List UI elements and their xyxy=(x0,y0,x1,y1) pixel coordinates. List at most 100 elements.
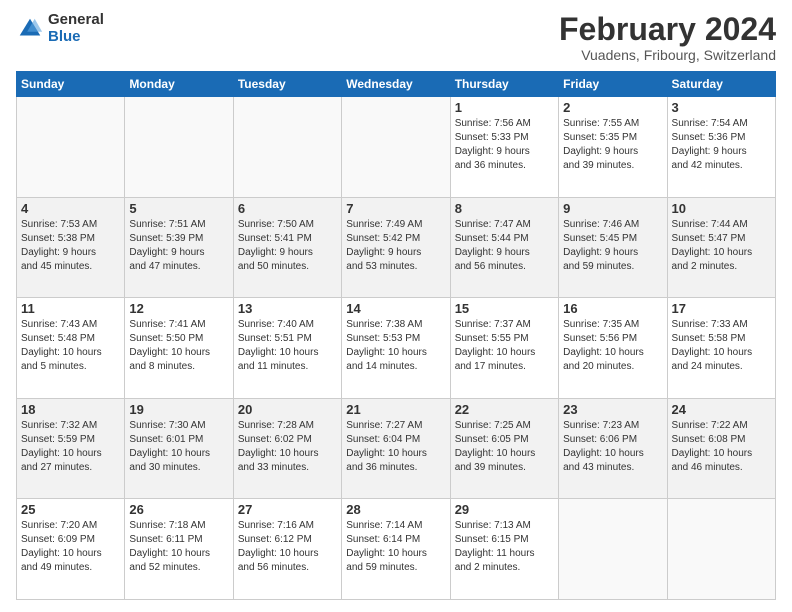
day-number: 5 xyxy=(129,201,228,216)
day-info: Sunrise: 7:41 AM Sunset: 5:50 PM Dayligh… xyxy=(129,318,228,374)
day-number: 1 xyxy=(455,100,554,115)
table-row: 26 Sunrise: 7:18 AM Sunset: 6:11 PM Dayli… xyxy=(125,499,233,600)
day-info: Sunrise: 7:13 AM Sunset: 6:15 PM Dayligh… xyxy=(455,519,554,575)
table-row xyxy=(125,97,233,198)
day-number: 9 xyxy=(563,201,662,216)
calendar-week-row: 18 Sunrise: 7:32 AM Sunset: 5:59 PM Dayli… xyxy=(17,398,776,499)
table-row: 11Sunrise: 7:43 AM Sunset: 5:48 PM Dayli… xyxy=(17,298,125,399)
day-number: 12 xyxy=(129,301,228,316)
day-number: 4 xyxy=(21,201,120,216)
table-row: 24 Sunrise: 7:22 AM Sunset: 6:08 PM Dayli… xyxy=(667,398,775,499)
day-info: Sunrise: 7:56 AM Sunset: 5:33 PM Dayligh… xyxy=(455,117,554,173)
calendar-week-row: 4 Sunrise: 7:53 AM Sunset: 5:38 PM Daylig… xyxy=(17,197,776,298)
day-info: Sunrise: 7:32 AM Sunset: 5:59 PM Dayligh… xyxy=(21,419,120,475)
day-info: Sunrise: 7:16 AM Sunset: 6:12 PM Dayligh… xyxy=(238,519,337,575)
table-row xyxy=(667,499,775,600)
day-number: 28 xyxy=(346,502,445,517)
table-row: 21 Sunrise: 7:27 AM Sunset: 6:04 PM Dayli… xyxy=(342,398,450,499)
col-friday: Friday xyxy=(559,72,667,97)
day-number: 24 xyxy=(672,402,771,417)
col-monday: Monday xyxy=(125,72,233,97)
day-number: 20 xyxy=(238,402,337,417)
table-row: 29 Sunrise: 7:13 AM Sunset: 6:15 PM Dayli… xyxy=(450,499,558,600)
table-row xyxy=(342,97,450,198)
day-number: 29 xyxy=(455,502,554,517)
table-row: 6Sunrise: 7:50 AM Sunset: 5:41 PM Daylig… xyxy=(233,197,341,298)
day-info: Sunrise: 7:33 AM Sunset: 5:58 PM Dayligh… xyxy=(672,318,771,374)
table-row: 27 Sunrise: 7:16 AM Sunset: 6:12 PM Dayli… xyxy=(233,499,341,600)
day-number: 25 xyxy=(21,502,120,517)
col-sunday: Sunday xyxy=(17,72,125,97)
day-number: 27 xyxy=(238,502,337,517)
col-wednesday: Wednesday xyxy=(342,72,450,97)
day-number: 6 xyxy=(238,201,337,216)
day-info: Sunrise: 7:49 AM Sunset: 5:42 PM Dayligh… xyxy=(346,218,445,274)
day-info: Sunrise: 7:47 AM Sunset: 5:44 PM Dayligh… xyxy=(455,218,554,274)
day-number: 7 xyxy=(346,201,445,216)
day-info: Sunrise: 7:37 AM Sunset: 5:55 PM Dayligh… xyxy=(455,318,554,374)
title-location: Vuadens, Fribourg, Switzerland xyxy=(559,47,776,63)
logo-icon xyxy=(16,15,44,43)
table-row: 4 Sunrise: 7:53 AM Sunset: 5:38 PM Daylig… xyxy=(17,197,125,298)
table-row xyxy=(233,97,341,198)
table-row: 10Sunrise: 7:44 AM Sunset: 5:47 PM Dayli… xyxy=(667,197,775,298)
table-row: 1 Sunrise: 7:56 AM Sunset: 5:33 PM Daylig… xyxy=(450,97,558,198)
day-number: 3 xyxy=(672,100,771,115)
day-number: 2 xyxy=(563,100,662,115)
day-number: 8 xyxy=(455,201,554,216)
table-row: 16 Sunrise: 7:35 AM Sunset: 5:56 PM Dayli… xyxy=(559,298,667,399)
table-row: 22Sunrise: 7:25 AM Sunset: 6:05 PM Dayli… xyxy=(450,398,558,499)
col-saturday: Saturday xyxy=(667,72,775,97)
day-info: Sunrise: 7:55 AM Sunset: 5:35 PM Dayligh… xyxy=(563,117,662,173)
day-info: Sunrise: 7:38 AM Sunset: 5:53 PM Dayligh… xyxy=(346,318,445,374)
day-info: Sunrise: 7:35 AM Sunset: 5:56 PM Dayligh… xyxy=(563,318,662,374)
day-number: 26 xyxy=(129,502,228,517)
table-row: 20 Sunrise: 7:28 AM Sunset: 6:02 PM Dayli… xyxy=(233,398,341,499)
table-row: 25Sunrise: 7:20 AM Sunset: 6:09 PM Dayli… xyxy=(17,499,125,600)
day-number: 10 xyxy=(672,201,771,216)
table-row: 23Sunrise: 7:23 AM Sunset: 6:06 PM Dayli… xyxy=(559,398,667,499)
page: General Blue February 2024 Vuadens, Frib… xyxy=(0,0,792,612)
table-row: 13Sunrise: 7:40 AM Sunset: 5:51 PM Dayli… xyxy=(233,298,341,399)
calendar-week-row: 1 Sunrise: 7:56 AM Sunset: 5:33 PM Daylig… xyxy=(17,97,776,198)
table-row: 8 Sunrise: 7:47 AM Sunset: 5:44 PM Daylig… xyxy=(450,197,558,298)
day-number: 13 xyxy=(238,301,337,316)
calendar-week-row: 11Sunrise: 7:43 AM Sunset: 5:48 PM Dayli… xyxy=(17,298,776,399)
table-row: 3 Sunrise: 7:54 AM Sunset: 5:36 PM Daylig… xyxy=(667,97,775,198)
day-info: Sunrise: 7:54 AM Sunset: 5:36 PM Dayligh… xyxy=(672,117,771,173)
calendar-header-row: Sunday Monday Tuesday Wednesday Thursday… xyxy=(17,72,776,97)
day-info: Sunrise: 7:18 AM Sunset: 6:11 PM Dayligh… xyxy=(129,519,228,575)
table-row: 9Sunrise: 7:46 AM Sunset: 5:45 PM Daylig… xyxy=(559,197,667,298)
table-row: 12 Sunrise: 7:41 AM Sunset: 5:50 PM Dayli… xyxy=(125,298,233,399)
logo-blue-label: Blue xyxy=(48,29,104,46)
day-info: Sunrise: 7:27 AM Sunset: 6:04 PM Dayligh… xyxy=(346,419,445,475)
day-info: Sunrise: 7:28 AM Sunset: 6:02 PM Dayligh… xyxy=(238,419,337,475)
day-number: 11 xyxy=(21,301,120,316)
day-number: 19 xyxy=(129,402,228,417)
table-row: 7 Sunrise: 7:49 AM Sunset: 5:42 PM Daylig… xyxy=(342,197,450,298)
day-info: Sunrise: 7:22 AM Sunset: 6:08 PM Dayligh… xyxy=(672,419,771,475)
table-row xyxy=(17,97,125,198)
table-row: 17 Sunrise: 7:33 AM Sunset: 5:58 PM Dayli… xyxy=(667,298,775,399)
day-info: Sunrise: 7:25 AM Sunset: 6:05 PM Dayligh… xyxy=(455,419,554,475)
day-info: Sunrise: 7:30 AM Sunset: 6:01 PM Dayligh… xyxy=(129,419,228,475)
day-number: 17 xyxy=(672,301,771,316)
day-info: Sunrise: 7:53 AM Sunset: 5:38 PM Dayligh… xyxy=(21,218,120,274)
calendar-week-row: 25Sunrise: 7:20 AM Sunset: 6:09 PM Dayli… xyxy=(17,499,776,600)
table-row: 18 Sunrise: 7:32 AM Sunset: 5:59 PM Dayli… xyxy=(17,398,125,499)
day-number: 16 xyxy=(563,301,662,316)
table-row: 5 Sunrise: 7:51 AM Sunset: 5:39 PM Daylig… xyxy=(125,197,233,298)
table-row xyxy=(559,499,667,600)
day-info: Sunrise: 7:51 AM Sunset: 5:39 PM Dayligh… xyxy=(129,218,228,274)
day-number: 21 xyxy=(346,402,445,417)
table-row: 14Sunrise: 7:38 AM Sunset: 5:53 PM Dayli… xyxy=(342,298,450,399)
calendar-table: Sunday Monday Tuesday Wednesday Thursday… xyxy=(16,71,776,600)
day-number: 23 xyxy=(563,402,662,417)
table-row: 28Sunrise: 7:14 AM Sunset: 6:14 PM Dayli… xyxy=(342,499,450,600)
table-row: 2 Sunrise: 7:55 AM Sunset: 5:35 PM Daylig… xyxy=(559,97,667,198)
day-number: 15 xyxy=(455,301,554,316)
col-tuesday: Tuesday xyxy=(233,72,341,97)
table-row: 19 Sunrise: 7:30 AM Sunset: 6:01 PM Dayli… xyxy=(125,398,233,499)
day-number: 18 xyxy=(21,402,120,417)
title-month: February 2024 xyxy=(559,12,776,47)
